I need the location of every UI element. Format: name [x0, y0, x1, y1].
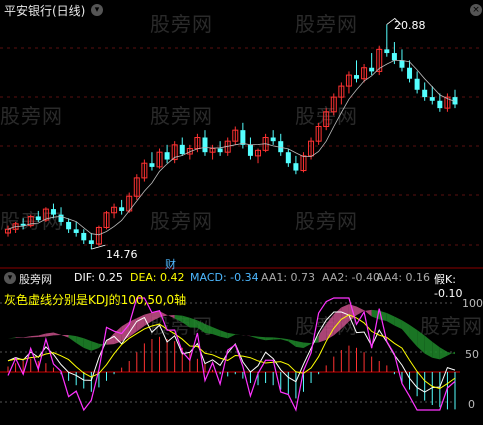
trend-band	[424, 335, 433, 358]
candle-body	[270, 137, 276, 142]
trend-band	[8, 337, 16, 339]
candle-body	[164, 152, 170, 160]
trend-band	[220, 330, 228, 339]
candle-body	[88, 240, 94, 244]
candle-body	[179, 144, 185, 155]
trend-band	[136, 314, 145, 332]
aa1-value: AA1: 0.73	[261, 271, 316, 284]
axis-tick-100: 100	[462, 297, 483, 310]
candle-body	[50, 209, 56, 215]
dif-value: DIF: 0.25	[74, 271, 123, 284]
trend-band	[295, 341, 304, 348]
trend-band	[235, 334, 243, 336]
trend-band	[83, 338, 92, 351]
chart-title: 平安银行(日线)	[4, 4, 86, 18]
trend-band	[432, 341, 440, 360]
candle-body	[399, 60, 405, 68]
trend-band	[439, 347, 448, 360]
trend-band	[174, 314, 183, 323]
candle-body	[149, 163, 155, 167]
trend-band	[68, 335, 77, 344]
trend-band	[326, 314, 334, 340]
trend-band	[212, 327, 221, 337]
low-price-label: 14.76	[106, 248, 138, 261]
trend-band	[258, 336, 266, 341]
candle-body	[437, 100, 443, 109]
candle-body	[66, 221, 72, 230]
candle-body	[369, 67, 375, 72]
trend-band	[91, 341, 99, 351]
dea-value: DEA: 0.42	[130, 271, 185, 284]
trend-band	[114, 326, 122, 345]
chevron-down-icon[interactable]: ▾	[4, 272, 16, 284]
indicator-name[interactable]: 股旁网	[19, 271, 52, 287]
axis-tick-50: 50	[465, 348, 479, 361]
trend-band	[242, 335, 251, 337]
jk-value: 假K: -0.10	[434, 273, 463, 300]
trend-band	[182, 315, 190, 328]
trend-band	[288, 339, 296, 347]
candle-body	[35, 216, 41, 221]
candle-body	[354, 75, 360, 79]
chevron-down-icon[interactable]: ▾	[91, 4, 103, 16]
trend-band	[197, 320, 205, 333]
low-marker	[91, 244, 106, 250]
axis-tick-0: 0	[468, 398, 475, 411]
high-price-label: 20.88	[394, 19, 426, 32]
trend-band	[250, 335, 259, 339]
trend-band	[53, 332, 62, 336]
trend-band	[280, 338, 289, 342]
candle-body	[58, 214, 64, 222]
trend-band	[106, 333, 115, 345]
trend-band	[401, 320, 410, 339]
trend-band	[394, 316, 402, 330]
trend-band	[76, 336, 84, 348]
indicator-note: 灰色虚线分别是KDJ的100,50,0轴	[4, 293, 187, 307]
trend-band	[189, 317, 198, 328]
candle-body	[384, 49, 390, 54]
candle-body	[285, 152, 291, 164]
trend-band	[45, 332, 54, 337]
close-icon[interactable]: ×	[470, 4, 482, 16]
trend-band	[23, 336, 31, 338]
trend-band	[30, 335, 39, 338]
trend-band	[167, 314, 175, 319]
candle-body	[119, 207, 125, 211]
candle-body	[293, 163, 299, 171]
trend-band	[386, 312, 395, 326]
candle-body	[81, 232, 87, 241]
aa2-value: AA2: -0.40	[322, 271, 381, 284]
candle-body	[247, 144, 253, 156]
candle-body	[240, 130, 246, 145]
candle-body	[391, 53, 397, 61]
trend-band	[204, 323, 213, 335]
indicator-info-bar: ▾ 股旁网 DIF: 0.25 DEA: 0.42 MACD: -0.34 AA…	[0, 269, 483, 300]
candle-body	[407, 67, 413, 79]
candle-body	[73, 229, 79, 233]
trend-band	[273, 337, 281, 340]
trend-band	[38, 333, 46, 338]
trend-band	[15, 337, 24, 338]
moving-average-line	[7, 60, 456, 236]
chart-canvas	[0, 17, 483, 412]
candle-body	[422, 89, 428, 98]
macd-value: MACD: -0.34	[190, 271, 259, 284]
aa4-value: AA4: 0.16	[376, 271, 431, 284]
trend-band	[227, 332, 236, 339]
trend-band	[265, 337, 274, 341]
trend-band	[61, 334, 69, 338]
candle-body	[414, 78, 420, 90]
candle-body	[429, 97, 435, 101]
candle-body	[217, 148, 223, 153]
trend-band	[409, 324, 418, 347]
trend-band	[417, 329, 425, 354]
candle-body	[202, 137, 208, 153]
trend-band	[303, 342, 312, 348]
